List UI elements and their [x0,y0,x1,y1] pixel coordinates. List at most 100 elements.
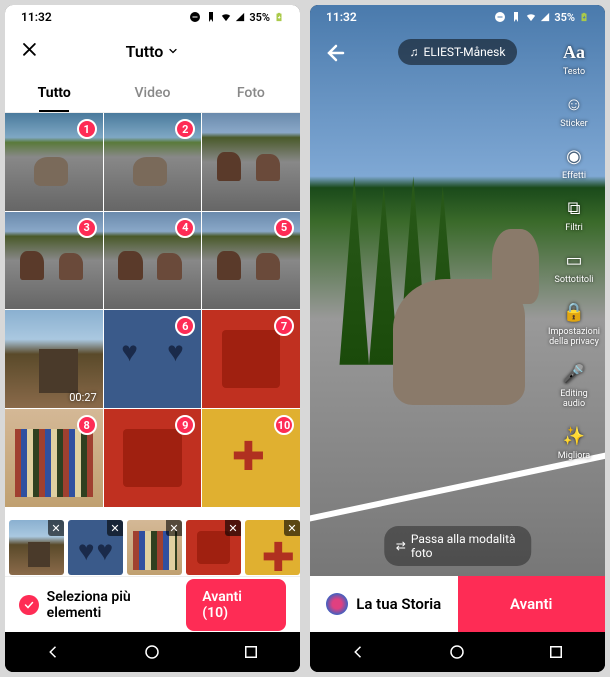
nav-recent-icon[interactable] [242,643,260,661]
signal-icon [540,12,550,22]
media-cell[interactable]: 7 [202,310,300,408]
nav-recent-icon[interactable] [547,643,565,661]
filters-icon: ⧉ [561,195,587,221]
nav-back-icon[interactable] [45,643,63,661]
dnd-icon [189,11,201,23]
status-icons: 35% [494,11,589,24]
remove-thumb-button[interactable]: ✕ [48,520,64,536]
nav-back-icon[interactable] [350,643,368,661]
tab-video[interactable]: Video [103,73,201,112]
tab-photo[interactable]: Foto [202,73,300,112]
tool-audio-label: Editing audio [549,389,599,409]
album-selector[interactable]: Tutto [126,42,180,61]
editor-next-button[interactable]: Avanti [458,576,606,632]
media-cell[interactable] [202,113,300,211]
nav-home-icon[interactable] [448,643,466,661]
battery-pct: 35% [249,11,270,24]
close-button[interactable] [19,39,39,63]
remove-thumb-button[interactable]: ✕ [284,520,300,536]
vibrate-icon [510,11,522,23]
subtitles-icon: ▭ [561,247,587,273]
tool-subtitles-label: Sottotitoli [555,275,594,285]
tool-text[interactable]: Aa Testo [549,39,599,77]
media-cell[interactable]: 00:27 [5,310,103,408]
selection-badge: 3 [77,218,97,238]
media-grid-wrap[interactable]: 123 4 5 00:27 6 7 8 9 10 [5,113,300,516]
tool-text-label: Testo [563,67,585,77]
picker-bottom-bar: Seleziona più elementi Avanti (10) [5,576,300,632]
remove-thumb-button[interactable]: ✕ [166,520,182,536]
status-bar: 11:32 35% [5,5,300,29]
selection-badge: 8 [77,415,97,435]
selection-badge: 4 [175,218,195,238]
lock-icon: 🔒 [561,299,587,325]
status-time: 11:32 [21,10,52,24]
avatar [326,593,348,615]
vibrate-icon [205,11,217,23]
media-cell[interactable]: 8 [5,409,103,507]
nav-home-icon[interactable] [143,643,161,661]
remove-thumb-button[interactable]: ✕ [225,520,241,536]
editor-preview[interactable]: ♫ ELIEST-Månesk Aa Testo ☺ Sticker ◉ Eff… [310,5,605,576]
media-cell[interactable]: 9 [104,409,202,507]
tool-privacy-label: Impostazioni della privacy [548,327,600,347]
select-multi-label: Seleziona più elementi [47,589,187,621]
selection-badge: 9 [175,415,195,435]
audio-icon: 🎤 [561,361,587,387]
your-story-button[interactable]: La tua Storia [310,576,458,632]
editor-bottom-bar: La tua Storia Avanti [310,576,605,632]
selected-thumb[interactable]: ✕ [186,520,241,575]
selection-badge: 6 [175,316,195,336]
media-cell[interactable]: 3 [5,212,103,310]
next-button[interactable]: Avanti (10) [186,579,286,631]
text-icon: Aa [561,39,587,65]
battery-icon [274,11,284,23]
selection-badge: 5 [274,218,294,238]
selected-thumb[interactable]: ✕ [68,520,123,575]
chevron-down-icon [167,45,179,57]
back-button[interactable] [324,41,348,69]
media-cell[interactable]: 5 [202,212,300,310]
media-cell[interactable]: 10 [202,409,300,507]
status-bar: 11:32 35% [310,5,605,29]
tool-effects[interactable]: ◉ Effetti [549,143,599,181]
tool-effects-label: Effetti [562,171,586,181]
mode-switch-label: Passa alla modalità foto [411,532,519,560]
tool-rail: Aa Testo ☺ Sticker ◉ Effetti ⧉ Filtri ▭ … [549,39,599,461]
selection-badge: 10 [274,415,294,435]
nav-bar [5,632,300,672]
tool-enhance[interactable]: ✨ Migliora [549,423,599,461]
sticker-icon: ☺ [561,91,587,117]
music-title: ELIEST-Månesk [424,45,506,59]
selected-thumb[interactable]: ✕ [127,520,182,575]
album-title: Tutto [126,42,164,61]
close-icon [19,39,39,59]
tool-audio[interactable]: 🎤 Editing audio [549,361,599,409]
media-cell[interactable]: 6 [104,310,202,408]
enhance-icon: ✨ [561,423,587,449]
tool-sticker[interactable]: ☺ Sticker [549,91,599,129]
tool-subtitles[interactable]: ▭ Sottotitoli [549,247,599,285]
mode-switch[interactable]: ⇄ Passa alla modalità foto [384,526,532,566]
media-grid: 123 4 5 00:27 6 7 8 9 10 [5,113,300,507]
media-cell[interactable]: 4 [104,212,202,310]
battery-pct: 35% [554,11,575,24]
selected-strip[interactable]: ✕ ✕ ✕ ✕ ✕ [5,516,300,576]
preview-subject [393,279,526,405]
status-icons: 35% [189,11,284,24]
switch-icon: ⇄ [396,539,406,553]
tool-privacy[interactable]: 🔒 Impostazioni della privacy [549,299,599,347]
tab-all[interactable]: Tutto [5,73,103,112]
tool-filters[interactable]: ⧉ Filtri [549,195,599,233]
remove-thumb-button[interactable]: ✕ [107,520,123,536]
selection-badge: 7 [274,316,294,336]
selected-thumb[interactable]: ✕ [9,520,64,575]
music-selector[interactable]: ♫ ELIEST-Månesk [398,39,518,65]
select-multi-toggle[interactable]: Seleziona più elementi [19,589,186,621]
picker-tabs: Tutto Video Foto [5,73,300,113]
media-cell[interactable]: 2 [104,113,202,211]
media-cell[interactable]: 1 [5,113,103,211]
picker-header: Tutto [5,29,300,73]
tool-enhance-label: Migliora [558,451,590,461]
selected-thumb[interactable]: ✕ [245,520,300,575]
